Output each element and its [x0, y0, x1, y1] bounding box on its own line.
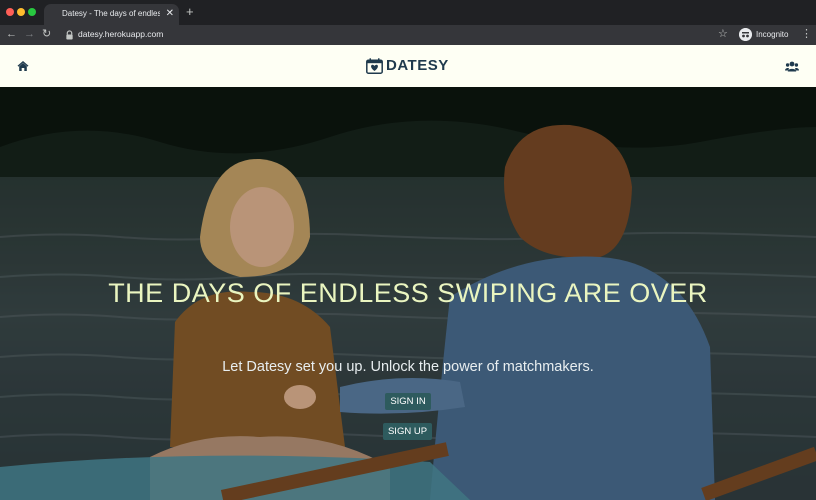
users-icon[interactable] [785, 61, 799, 72]
sign-in-button[interactable]: SIGN IN [385, 393, 431, 410]
home-icon[interactable] [17, 60, 29, 72]
window-close-button[interactable] [6, 8, 14, 16]
hero-section: THE DAYS OF ENDLESS SWIPING ARE OVER Let… [0, 87, 816, 500]
lock-icon [66, 30, 73, 40]
brand-name: DATESY [386, 57, 449, 74]
window-minimize-button[interactable] [17, 8, 25, 16]
reload-icon[interactable]: ↻ [42, 28, 51, 41]
calendar-heart-icon [366, 58, 383, 74]
sign-up-button[interactable]: SIGN UP [383, 423, 432, 440]
browser-tab[interactable]: Datesy - The days of endless s ✕ [44, 4, 179, 25]
incognito-icon[interactable] [739, 28, 752, 41]
tab-title: Datesy - The days of endless s [62, 9, 160, 18]
tab-close-icon[interactable]: ✕ [166, 8, 174, 20]
browser-tab-bar: Datesy - The days of endless s ✕ + [0, 0, 816, 25]
browser-toolbar: ← → ↻ datesy.herokuapp.com ☆ Incognito ⋮ [0, 25, 816, 45]
back-icon[interactable]: ← [6, 28, 17, 41]
hero-title: THE DAYS OF ENDLESS SWIPING ARE OVER [108, 278, 708, 308]
bookmark-star-icon[interactable]: ☆ [718, 27, 728, 40]
window-maximize-button[interactable] [28, 8, 36, 16]
menu-icon[interactable]: ⋮ [801, 27, 812, 40]
hero-subtitle: Let Datesy set you up. Unlock the power … [222, 359, 594, 375]
site-header: DATESY [0, 45, 816, 87]
forward-icon[interactable]: → [24, 28, 35, 41]
address-bar[interactable]: datesy.herokuapp.com [78, 29, 163, 39]
new-tab-button[interactable]: + [186, 5, 194, 18]
incognito-label: Incognito [756, 30, 789, 39]
